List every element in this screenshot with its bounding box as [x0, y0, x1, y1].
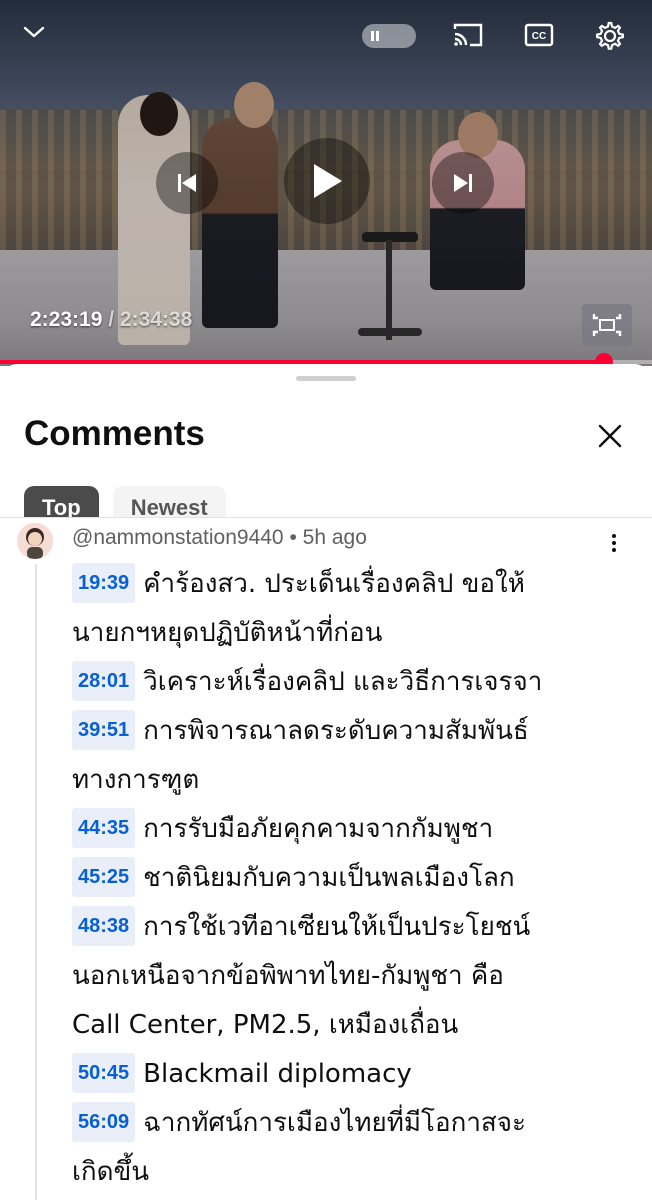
- comment-line: เกิดขึ้น: [72, 1148, 644, 1197]
- cc-label: CC: [532, 31, 546, 42]
- comment-line: Call Center, PM2.5, เหมืองเถื่อน: [72, 1001, 644, 1050]
- play-button[interactable]: [284, 138, 370, 224]
- cast-icon[interactable]: [452, 22, 484, 48]
- comment-line-text: คำร้องสว. ประเด็นเรื่องคลิป ขอให้: [143, 569, 525, 599]
- drag-handle[interactable]: [296, 376, 356, 381]
- comment-line: นอกเหนือจากข้อพิพาทไทย-กัมพูชา คือ: [72, 952, 644, 1001]
- comment-line: 48:38 การใช้เวทีอาเซียนให้เป็นประโยชน์: [72, 903, 644, 952]
- comment-line-text: Blackmail diplomacy: [143, 1059, 412, 1089]
- play-icon: [314, 164, 342, 198]
- more-options-icon[interactable]: [604, 530, 624, 556]
- autoplay-toggle[interactable]: [362, 24, 416, 48]
- timestamp-link[interactable]: 48:38: [72, 905, 136, 946]
- gear-icon[interactable]: [594, 20, 626, 52]
- duration: 2:34:38: [119, 308, 193, 331]
- comment-line: 50:45 Blackmail diplomacy: [72, 1050, 644, 1099]
- timestamp-link[interactable]: 39:51: [72, 709, 136, 750]
- comment-line-text: Call Center, PM2.5, เหมืองเถื่อน: [72, 1010, 459, 1040]
- closed-captions-icon[interactable]: CC: [524, 22, 554, 48]
- fullscreen-icon: [592, 314, 622, 336]
- comment-line-text: การพิจารณาลดระดับความสัมพันธ์: [143, 716, 529, 746]
- comments-panel: Comments Top Newest @nammonstation9440 •…: [0, 364, 652, 1200]
- time-separator: /: [102, 308, 120, 331]
- comment-text: 19:39 คำร้องสว. ประเด็นเรื่องคลิป ขอให้นา…: [72, 560, 644, 1197]
- comment-header: @nammonstation9440 • 5h ago: [72, 526, 367, 550]
- fullscreen-button[interactable]: [582, 304, 632, 346]
- comment-line-text: ฉากทัศน์การเมืองไทยที่มีโอกาสจะ: [143, 1108, 526, 1138]
- skip-previous-icon: [178, 174, 196, 192]
- comment-line-text: นายกฯหยุดปฏิบัติหน้าที่ก่อน: [72, 618, 383, 648]
- meta-dot: •: [289, 526, 297, 549]
- sort-chips: Top Newest: [24, 486, 226, 518]
- timestamp-link[interactable]: 19:39: [72, 562, 136, 603]
- comment-line: 39:51 การพิจารณาลดระดับความสัมพันธ์: [72, 707, 644, 756]
- comment-line: 28:01 วิเคราะห์เรื่องคลิป และวิธีการเจรจา: [72, 658, 644, 707]
- comment-line: 45:25 ชาตินิยมกับความเป็นพลเมืองโลก: [72, 854, 644, 903]
- comment-line-text: วิเคราะห์เรื่องคลิป และวิธีการเจรจา: [143, 667, 543, 697]
- comment-line-text: การรับมือภัยคุกคามจากกัมพูชา: [143, 814, 494, 844]
- timestamp-link[interactable]: 56:09: [72, 1101, 136, 1142]
- autoplay-toggle-icon: [362, 24, 388, 48]
- comment-age: 5h ago: [302, 526, 367, 549]
- skip-next-icon: [454, 174, 472, 192]
- current-time: 2:23:19: [30, 308, 103, 331]
- timestamp-link[interactable]: 28:01: [72, 660, 136, 701]
- comment-line-text: ทางการฑูต: [72, 765, 200, 795]
- chevron-down-icon[interactable]: [22, 22, 46, 42]
- comment-line: ทางการฑูต: [72, 756, 644, 805]
- comment-author[interactable]: @nammonstation9440: [72, 526, 284, 549]
- timestamp-link[interactable]: 44:35: [72, 807, 136, 848]
- comment-line-text: เกิดขึ้น: [72, 1157, 150, 1187]
- avatar[interactable]: [17, 523, 53, 559]
- thread-line: [35, 564, 37, 1200]
- skip-previous-button[interactable]: [156, 152, 218, 214]
- comment-line: 44:35 การรับมือภัยคุกคามจากกัมพูชา: [72, 805, 644, 854]
- comment-line: นายกฯหยุดปฏิบัติหน้าที่ก่อน: [72, 609, 644, 658]
- chip-top[interactable]: Top: [24, 486, 99, 518]
- timestamp-link[interactable]: 45:25: [72, 856, 136, 897]
- skip-next-button[interactable]: [432, 152, 494, 214]
- time-display: 2:23:19 / 2:34:38: [30, 308, 192, 332]
- comment-line: 19:39 คำร้องสว. ประเด็นเรื่องคลิป ขอให้: [72, 560, 644, 609]
- comment-line-text: นอกเหนือจากข้อพิพาทไทย-กัมพูชา คือ: [72, 961, 504, 991]
- comments-title: Comments: [24, 414, 205, 453]
- comment-line-text: ชาตินิยมกับความเป็นพลเมืองโลก: [143, 863, 515, 893]
- timestamp-link[interactable]: 50:45: [72, 1052, 136, 1093]
- chips-divider: [0, 517, 652, 518]
- close-icon[interactable]: [592, 418, 628, 454]
- chip-newest[interactable]: Newest: [112, 486, 226, 518]
- video-player[interactable]: CC 2:23:19 / 2:34:38: [0, 0, 652, 366]
- comment-line-text: การใช้เวทีอาเซียนให้เป็นประโยชน์: [143, 912, 531, 942]
- comment-line: 56:09 ฉากทัศน์การเมืองไทยที่มีโอกาสจะ: [72, 1099, 644, 1148]
